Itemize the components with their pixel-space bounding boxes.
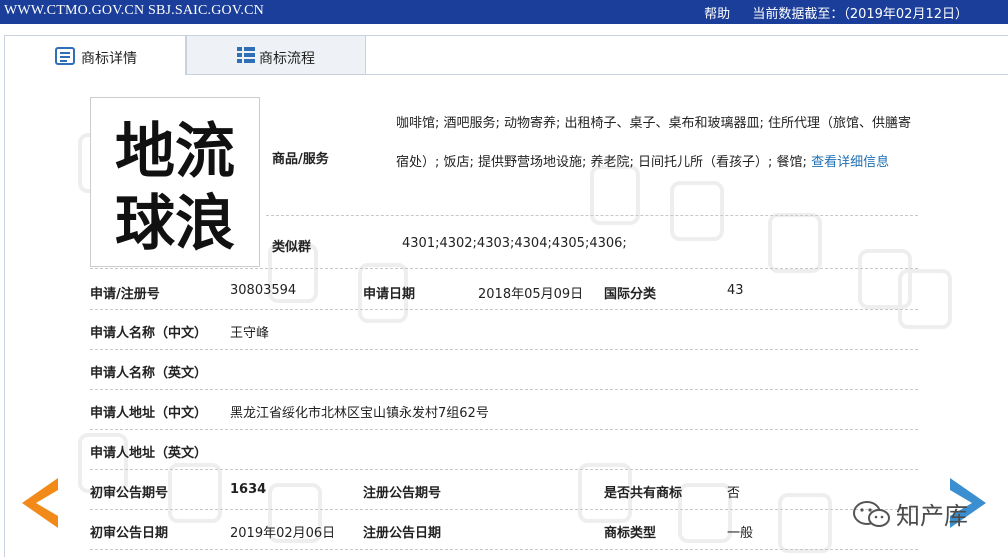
row-divider — [90, 469, 918, 470]
row-divider — [266, 215, 918, 216]
help-link[interactable]: 帮助 — [704, 7, 730, 22]
row-divider — [90, 349, 918, 350]
document-icon — [55, 47, 75, 65]
shared-trademark-label: 是否共有商标 — [604, 486, 683, 501]
reg-no-label: 申请/注册号 — [90, 287, 160, 302]
brand-watermark: 知产库 — [896, 503, 968, 530]
row-divider — [90, 549, 918, 550]
tab-trademark-process-label: 商标流程 — [259, 51, 315, 67]
apply-date-value: 2018年05月09日 — [478, 287, 584, 302]
tab-trademark-detail[interactable]: 商标详情 — [4, 35, 186, 75]
row-divider — [90, 509, 918, 510]
reg-no-value: 30803594 — [230, 283, 297, 298]
prelim-pub-no-value: 1634 — [230, 482, 267, 497]
svg-text:地流: 地流 — [115, 117, 235, 187]
tab-divider — [186, 74, 1008, 75]
address-cn-value: 黑龙江省绥化市北林区宝山镇永发村7组62号 — [230, 406, 489, 421]
intl-class-value: 43 — [727, 283, 744, 298]
similar-group-label: 类似群 — [272, 240, 312, 255]
row-divider — [90, 309, 918, 310]
applicant-cn-value: 王守峰 — [230, 326, 270, 341]
data-date-text: 当前数据截至：（2019年02月12日） — [752, 7, 968, 22]
site-links[interactable]: WWW.CTMO.GOV.CN SBJ.SAIC.GOV.CN — [4, 3, 264, 19]
applicant-en-label: 申请人名称（英文） — [90, 366, 208, 381]
prelim-pub-date-value: 2019年02月06日 — [230, 526, 336, 541]
prelim-pub-no-label: 初审公告期号 — [90, 486, 169, 501]
wechat-icon — [853, 501, 890, 527]
address-cn-label: 申请人地址（中文） — [90, 406, 208, 421]
goods-services-value: 咖啡馆; 酒吧服务; 动物寄养; 出租椅子、桌子、桌布和玻璃器皿; 住所代理（旅… — [396, 116, 912, 170]
similar-group-value: 4301;4302;4303;4304;4305;4306; — [402, 236, 627, 251]
apply-date-label: 申请日期 — [363, 287, 416, 302]
intl-class-label: 国际分类 — [604, 287, 657, 302]
tab-trademark-process[interactable]: 商标流程 — [186, 35, 366, 75]
reg-pub-no-label: 注册公告期号 — [363, 486, 442, 501]
row-divider — [90, 268, 918, 269]
trademark-type-value: 一般 — [727, 526, 754, 541]
top-bar: WWW.CTMO.GOV.CN SBJ.SAIC.GOV.CN 帮助 当前数据截… — [0, 0, 1008, 24]
row-divider — [90, 389, 918, 390]
prev-arrow-icon[interactable] — [22, 478, 58, 528]
goods-services-label: 商品/服务 — [272, 152, 329, 167]
tab-trademark-detail-label: 商标详情 — [81, 51, 137, 67]
reg-pub-date-label: 注册公告日期 — [363, 526, 442, 541]
trademark-logo: 地流 球浪 — [115, 117, 235, 259]
address-en-label: 申请人地址（英文） — [90, 446, 208, 461]
shared-trademark-value: 否 — [727, 486, 741, 501]
trademark-type-label: 商标类型 — [604, 526, 657, 541]
list-icon — [237, 47, 255, 63]
applicant-cn-label: 申请人名称（中文） — [90, 326, 208, 341]
view-details-link[interactable]: 查看详细信息 — [811, 155, 889, 170]
prelim-pub-date-label: 初审公告日期 — [90, 526, 169, 541]
trademark-image[interactable]: 地流 球浪 — [90, 97, 260, 267]
row-divider — [90, 429, 918, 430]
svg-text:球浪: 球浪 — [115, 189, 235, 259]
